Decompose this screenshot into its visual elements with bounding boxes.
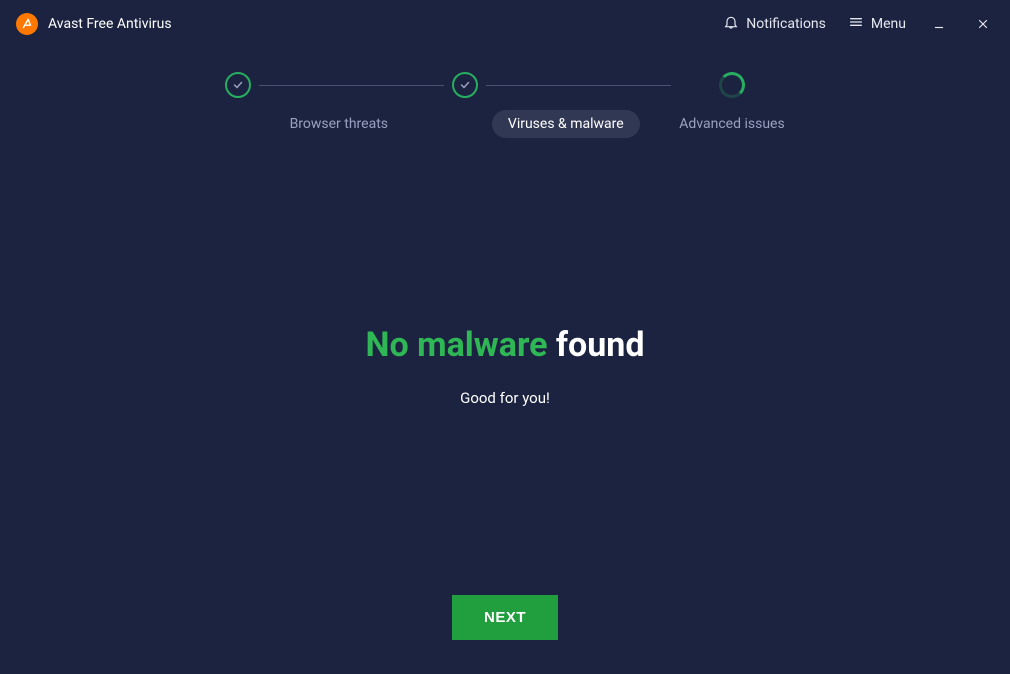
step-label: Browser threats: [290, 116, 388, 132]
result-headline: No malware found: [366, 325, 645, 365]
app-title: Avast Free Antivirus: [48, 16, 172, 32]
titlebar-left: Avast Free Antivirus: [16, 13, 172, 35]
checkmark-icon: [452, 72, 478, 98]
titlebar: Avast Free Antivirus Notifications Menu: [0, 0, 1010, 48]
checkmark-icon: [225, 72, 251, 98]
step-label: Advanced issues: [679, 116, 784, 132]
bell-icon: [723, 14, 739, 34]
step-connector: [259, 85, 444, 86]
result-subhead: Good for you!: [460, 389, 550, 407]
step-browser-threats: Browser threats: [225, 72, 452, 132]
result-headline-highlight: No malware: [366, 325, 548, 365]
step-connector: [486, 85, 671, 86]
titlebar-right: Notifications Menu: [723, 13, 994, 35]
next-button[interactable]: NEXT: [452, 595, 558, 640]
step-advanced-issues: Advanced issues: [679, 72, 784, 132]
progress-stepper: Browser threats Viruses & malware Advanc…: [0, 72, 1010, 138]
hamburger-icon: [848, 14, 864, 34]
minimize-button[interactable]: [928, 13, 950, 35]
notifications-button[interactable]: Notifications: [723, 14, 826, 34]
close-button[interactable]: [972, 13, 994, 35]
scan-result: No malware found Good for you!: [0, 325, 1010, 407]
result-headline-rest: found: [547, 325, 644, 365]
step-label: Viruses & malware: [492, 110, 640, 138]
spinner-icon: [719, 72, 745, 98]
menu-button[interactable]: Menu: [848, 14, 906, 34]
notifications-label: Notifications: [746, 16, 826, 32]
avast-logo-icon: [16, 13, 38, 35]
step-viruses-malware: Viruses & malware: [452, 72, 679, 138]
menu-label: Menu: [871, 16, 906, 32]
